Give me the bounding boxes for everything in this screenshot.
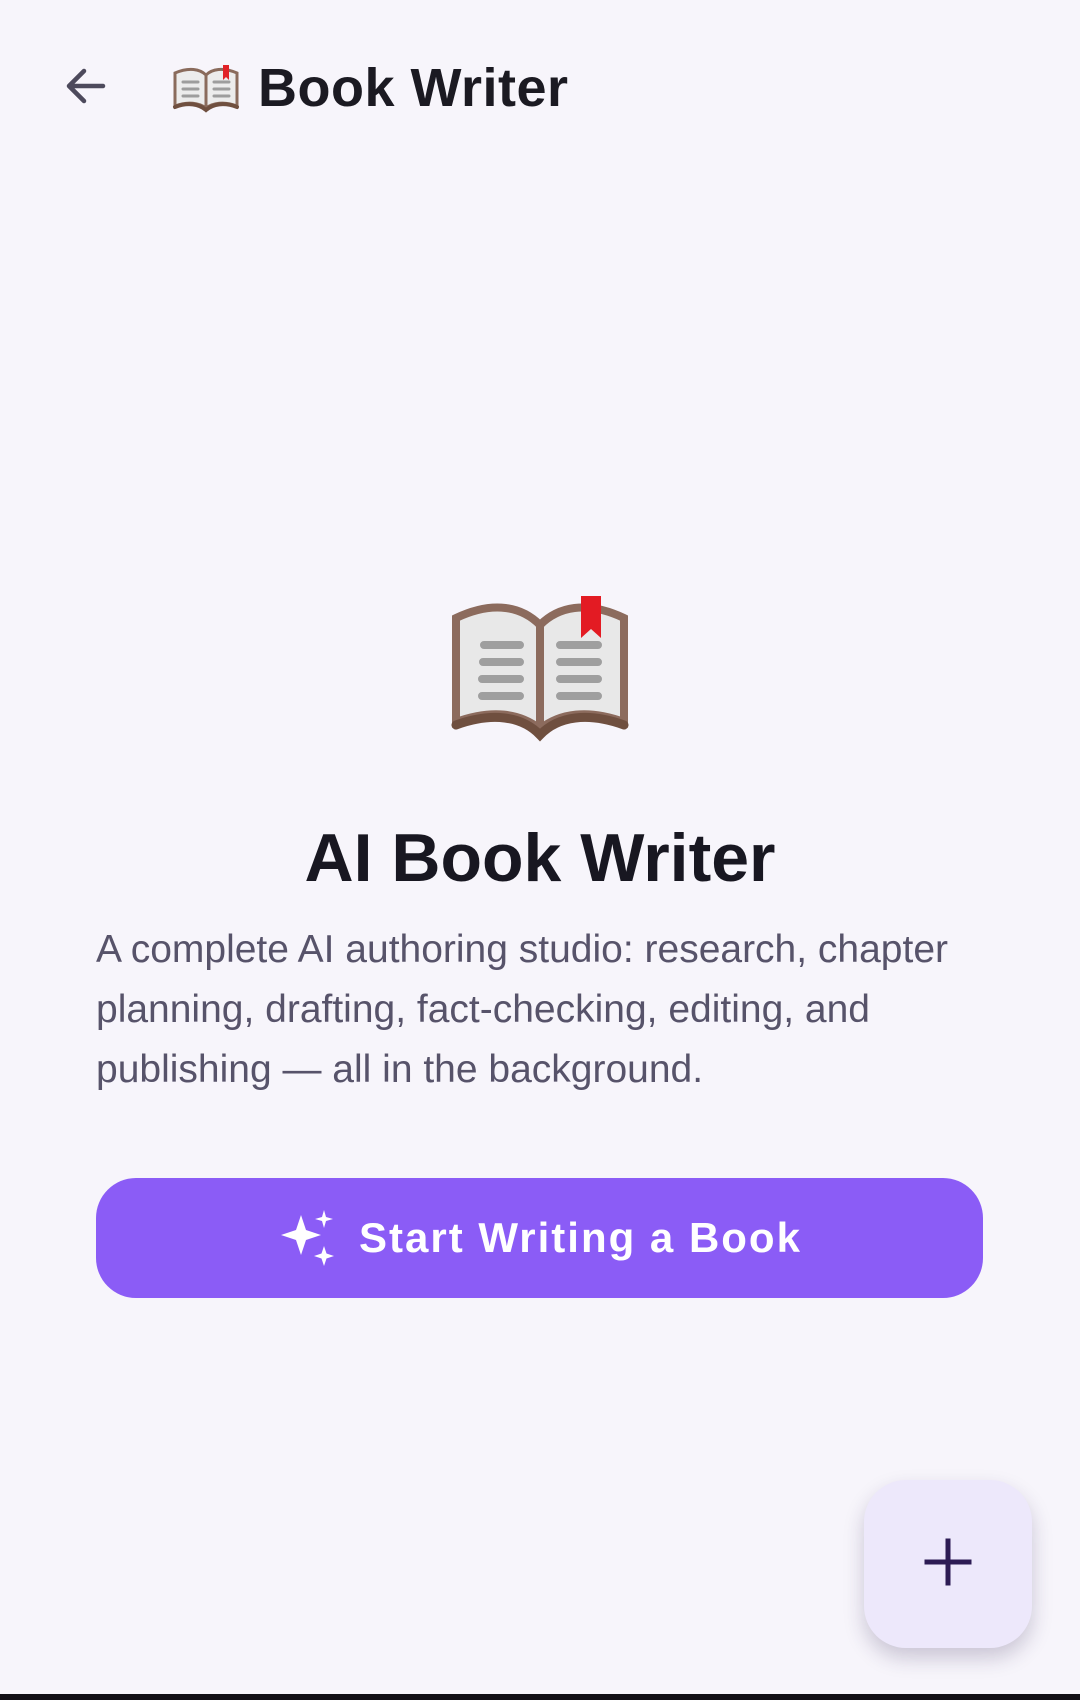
start-writing-book-button[interactable]: Start Writing a Book bbox=[96, 1178, 983, 1298]
open-book-icon bbox=[170, 52, 242, 124]
back-button[interactable] bbox=[50, 52, 122, 124]
plus-icon bbox=[921, 1535, 975, 1594]
top-app-bar: Book Writer bbox=[0, 0, 1080, 176]
add-floating-action-button[interactable] bbox=[864, 1480, 1032, 1648]
sparkles-icon bbox=[277, 1207, 339, 1269]
bottom-edge-bar bbox=[0, 1694, 1080, 1700]
hero-description: A complete AI authoring studio: research… bbox=[96, 928, 949, 1091]
start-writing-book-label: Start Writing a Book bbox=[359, 1214, 802, 1261]
app-title: Book Writer bbox=[258, 58, 569, 118]
open-book-icon bbox=[444, 590, 636, 750]
app-title-group: Book Writer bbox=[170, 52, 569, 124]
hero-title: AI Book Writer bbox=[304, 820, 776, 896]
arrow-back-icon bbox=[60, 60, 112, 117]
